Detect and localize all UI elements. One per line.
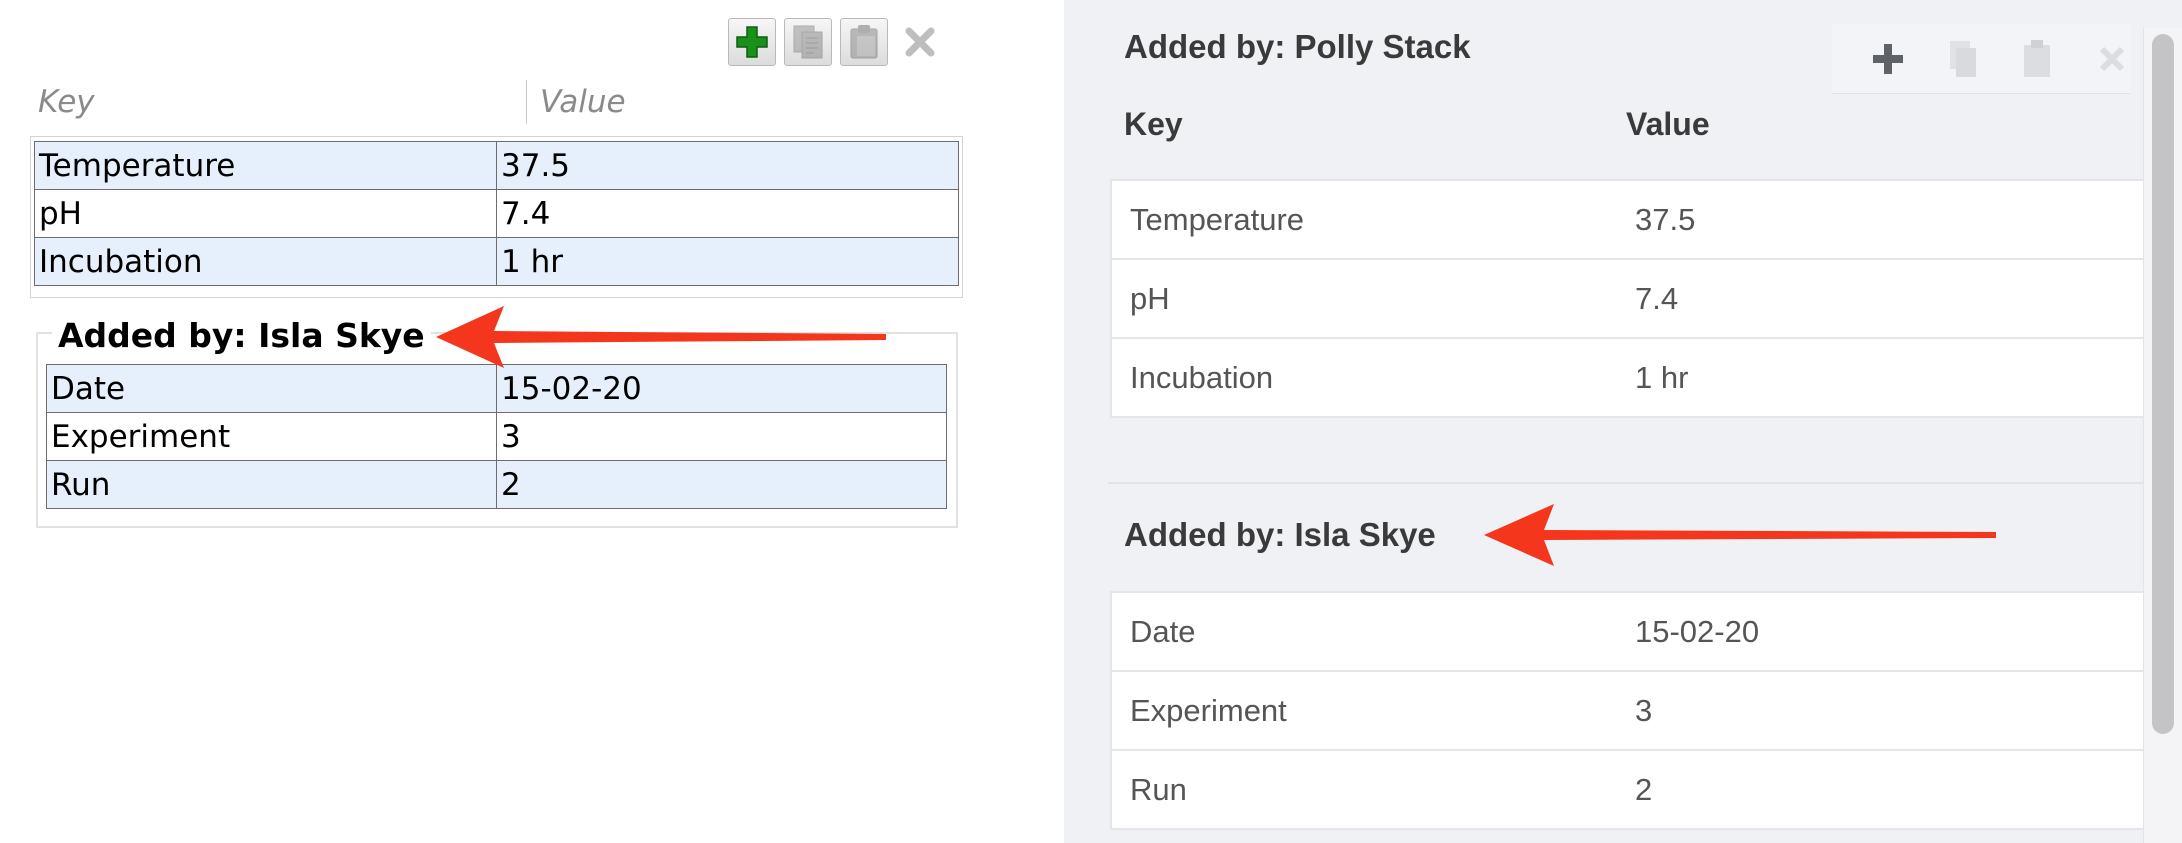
old-ui-panel: Key Value Temperature 37.5 pH 7.4 Incuba… (0, 0, 1000, 843)
key-cell[interactable]: Experiment (46, 412, 497, 461)
value-cell[interactable]: 7.4 (496, 189, 959, 238)
new-key-header: Key (1124, 106, 1183, 142)
new-value-header: Value (1626, 106, 1710, 142)
value-cell[interactable]: 3 (1613, 670, 2178, 751)
table-row[interactable]: Experiment 3 (46, 412, 947, 461)
table-row[interactable]: pH 7.4 (1110, 258, 2178, 339)
old-annotation-arrow (436, 306, 886, 368)
key-cell[interactable]: Date (1110, 591, 1613, 672)
new-annotation-arrow (1484, 504, 1996, 566)
new-ui-panel: Added by: Polly Stack Key Value Temperat… (1064, 0, 2182, 843)
copy-icon (1949, 40, 1976, 77)
new-group-title: Added by: Isla Skye (1124, 516, 1436, 553)
add-icon (1873, 43, 1904, 74)
copy-icon (793, 25, 823, 59)
table-row[interactable]: pH 7.4 (34, 189, 959, 238)
value-cell[interactable]: 1 hr (1613, 337, 2178, 418)
new-add-button[interactable] (1870, 37, 1907, 81)
key-cell[interactable]: pH (1110, 258, 1613, 339)
key-cell[interactable]: Experiment (1110, 670, 1613, 751)
table-row[interactable]: Incubation 1 hr (34, 237, 959, 286)
value-cell[interactable]: 3 (496, 412, 947, 461)
table-row[interactable]: Experiment 3 (1110, 670, 2178, 751)
old-key-header: Key (38, 84, 95, 120)
value-cell[interactable]: 7.4 (1613, 258, 2178, 339)
table-row[interactable]: Incubation 1 hr (1110, 337, 2178, 418)
old-toolbar (728, 18, 944, 66)
section-divider (1108, 482, 2182, 484)
value-cell[interactable]: 37.5 (496, 141, 959, 190)
value-cell[interactable]: 2 (1613, 749, 2178, 830)
key-cell[interactable]: Incubation (34, 237, 497, 286)
value-cell[interactable]: 2 (496, 460, 947, 509)
key-cell[interactable]: Incubation (1110, 337, 1613, 418)
old-properties-table: Temperature 37.5 pH 7.4 Incubation 1 hr (34, 141, 959, 286)
value-cell[interactable]: 1 hr (496, 237, 959, 286)
value-cell[interactable]: 37.5 (1613, 179, 2178, 260)
new-toolbar (1832, 24, 2130, 94)
key-cell[interactable]: Run (46, 460, 497, 509)
key-cell[interactable]: Temperature (1110, 179, 1613, 260)
old-copy-button[interactable] (784, 18, 832, 66)
old-delete-button[interactable] (896, 18, 944, 66)
value-cell[interactable]: 15-02-20 (1613, 591, 2178, 672)
new-group-table: Date 15-02-20 Experiment 3 Run 2 (1110, 591, 2178, 830)
table-row[interactable]: Temperature 37.5 (1110, 179, 2178, 260)
new-section-title: Added by: Polly Stack (1124, 28, 1471, 65)
column-separator[interactable] (526, 80, 527, 124)
table-row[interactable]: Temperature 37.5 (34, 141, 959, 190)
new-delete-button[interactable] (2094, 37, 2131, 81)
old-column-header: Key Value (34, 80, 954, 124)
new-copy-button[interactable] (1945, 37, 1982, 81)
table-row[interactable]: Run 2 (1110, 749, 2178, 830)
scrollbar-thumb[interactable] (2152, 34, 2174, 734)
key-cell[interactable]: Date (46, 364, 497, 413)
paste-icon (850, 25, 878, 59)
new-properties-table: Temperature 37.5 pH 7.4 Incubation 1 hr (1110, 179, 2178, 418)
key-cell[interactable]: pH (34, 189, 497, 238)
key-cell[interactable]: Run (1110, 749, 1613, 830)
delete-icon (2099, 46, 2124, 71)
table-row[interactable]: Date 15-02-20 (1110, 591, 2178, 672)
table-row[interactable]: Run 2 (46, 460, 947, 509)
key-cell[interactable]: Temperature (34, 141, 497, 190)
old-value-header: Value (540, 84, 626, 120)
new-paste-button[interactable] (2019, 37, 2056, 81)
delete-icon (905, 27, 935, 57)
add-icon (736, 26, 768, 58)
old-add-button[interactable] (728, 18, 776, 66)
old-paste-button[interactable] (840, 18, 888, 66)
paste-icon (2024, 39, 2051, 77)
old-group-table: Date 15-02-20 Experiment 3 Run 2 (46, 364, 947, 509)
old-group-title: Added by: Isla Skye (52, 316, 431, 355)
